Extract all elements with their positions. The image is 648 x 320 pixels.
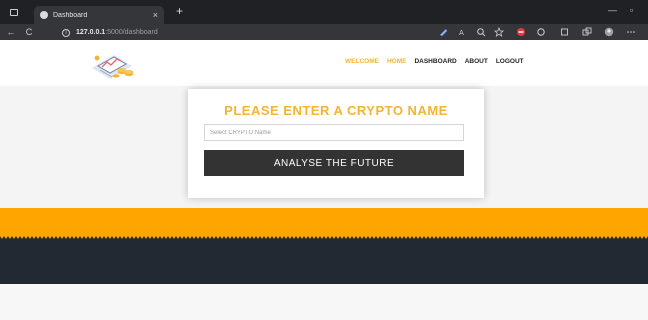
nav-dashboard[interactable]: DASHBOARD [414, 58, 456, 65]
browser-tab[interactable]: Dashboard × [34, 6, 164, 24]
tab-favicon-icon [40, 11, 48, 19]
nav-logout[interactable]: LOGOUT [496, 58, 524, 65]
nav-home[interactable]: HOME [387, 58, 407, 65]
browser-tab-bar: Dashboard × + — ▫ [0, 0, 648, 24]
collections-icon[interactable] [560, 27, 570, 37]
restore-button[interactable]: ▫ [630, 5, 633, 15]
sync-icon[interactable] [536, 27, 546, 37]
tab-title: Dashboard [53, 11, 88, 19]
back-icon[interactable]: ← [4, 27, 18, 37]
extension-icon[interactable] [438, 27, 448, 37]
url-host: 127.0.0.1 [76, 29, 106, 36]
main-nav: WELCOME HOME DASHBOARD ABOUT LOGOUT [345, 58, 524, 65]
blocker-icon[interactable] [516, 27, 526, 37]
zigzag-divider [0, 236, 648, 242]
url-field[interactable]: i 127.0.0.1 :5000/dashboard [62, 27, 422, 38]
nav-welcome[interactable]: WELCOME [345, 58, 379, 65]
profile-icon[interactable] [604, 27, 614, 37]
site-header: WELCOME HOME DASHBOARD ABOUT LOGOUT [0, 40, 648, 86]
dark-band [0, 238, 648, 284]
read-aloud-icon[interactable]: A [458, 27, 468, 37]
url-path: :5000/dashboard [105, 29, 158, 36]
browser-address-bar: ← C i 127.0.0.1 :5000/dashboard [0, 24, 648, 40]
card-title: PLEASE ENTER A CRYPTO NAME [224, 103, 448, 118]
more-icon[interactable] [626, 27, 636, 37]
tab-close-icon[interactable]: × [153, 10, 158, 20]
crypto-search-card: PLEASE ENTER A CRYPTO NAME ANALYSE THE F… [188, 89, 484, 198]
tab-actions-icon[interactable] [582, 27, 592, 37]
analyse-button[interactable]: ANALYSE THE FUTURE [204, 150, 464, 176]
zoom-icon[interactable] [476, 27, 486, 37]
info-icon[interactable]: i [62, 28, 70, 37]
crypto-name-input[interactable] [204, 124, 464, 141]
nav-about[interactable]: ABOUT [465, 58, 488, 65]
new-tab-button[interactable]: + [176, 5, 183, 17]
logo-icon[interactable] [88, 46, 138, 82]
reload-icon[interactable]: C [22, 27, 36, 37]
favorites-icon[interactable] [494, 27, 504, 37]
svg-text:A: A [459, 29, 464, 37]
footer-area [0, 284, 648, 320]
window-icon[interactable] [10, 8, 18, 16]
minimize-button[interactable]: — [608, 5, 617, 15]
